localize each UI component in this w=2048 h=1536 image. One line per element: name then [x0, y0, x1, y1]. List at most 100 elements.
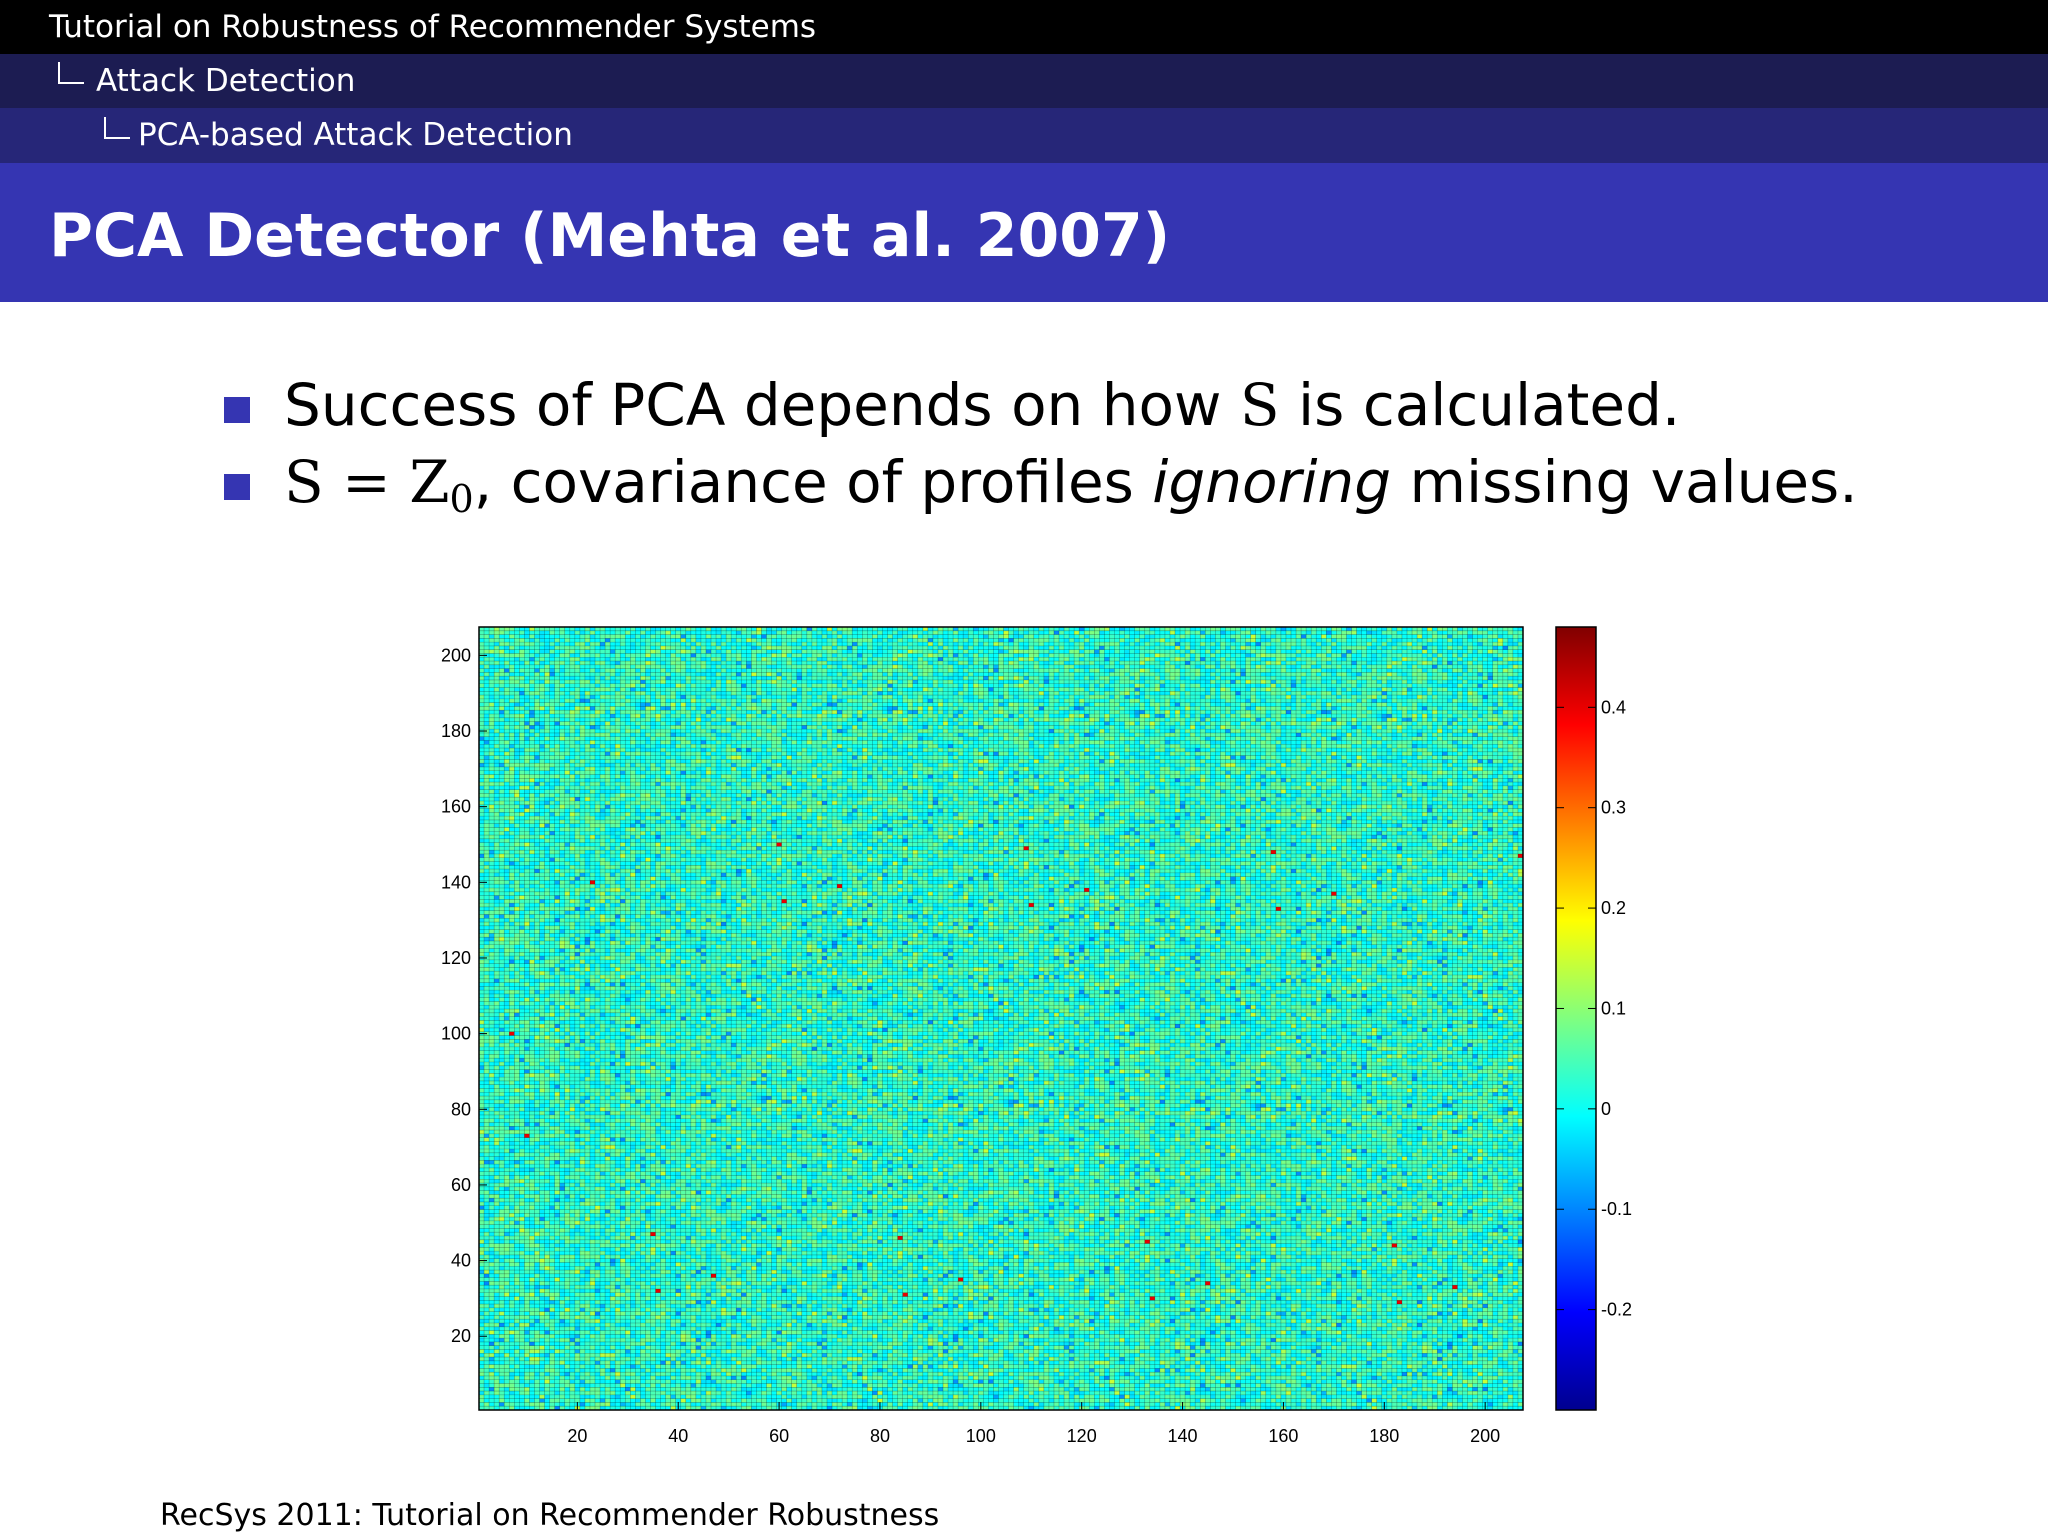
heatmap-cell — [519, 782, 524, 786]
heatmap-cell — [484, 1225, 489, 1229]
heatmap-cell — [514, 703, 519, 707]
heatmap-cell — [479, 1058, 484, 1062]
heatmap-cell — [504, 1217, 509, 1221]
heatmap-cell — [540, 1387, 545, 1391]
heatmap-cell — [570, 1194, 575, 1198]
heatmap-cell — [494, 1391, 499, 1395]
heatmap-cell — [555, 669, 560, 673]
heatmap-cell — [540, 1312, 545, 1316]
heatmap-cell — [524, 725, 529, 729]
heatmap-cell — [494, 1202, 499, 1206]
heatmap-cell — [585, 1217, 590, 1221]
heatmap-cell — [489, 1164, 494, 1168]
heatmap-cell — [595, 960, 600, 964]
heatmap-cell — [524, 1157, 529, 1161]
heatmap-cell — [524, 1228, 529, 1232]
heatmap-cell — [560, 703, 565, 707]
heatmap-cell — [540, 725, 545, 729]
heatmap-cell — [484, 710, 489, 714]
heatmap-cell — [540, 706, 545, 710]
heatmap-cell — [590, 688, 595, 692]
heatmap-cell — [575, 1206, 580, 1210]
heatmap-cell — [575, 1380, 580, 1384]
heatmap-cell — [540, 703, 545, 707]
heatmap-cell — [590, 952, 595, 956]
heatmap-cell — [499, 1372, 504, 1376]
heatmap-cell — [479, 1141, 484, 1145]
heatmap-cell — [540, 1183, 545, 1187]
heatmap-cell — [524, 1126, 529, 1130]
heatmap-cell — [494, 797, 499, 801]
heatmap-cell — [504, 778, 509, 782]
heatmap-cell — [540, 661, 545, 665]
heatmap-cell — [504, 1312, 509, 1316]
heatmap-cell — [595, 1066, 600, 1070]
heatmap-cell — [570, 1293, 575, 1297]
heatmap-cell — [545, 1092, 550, 1096]
heatmap-cell — [575, 1119, 580, 1123]
heatmap-cell — [529, 714, 534, 718]
heatmap-cell — [560, 1088, 565, 1092]
heatmap-cell — [524, 1361, 529, 1365]
heatmap-cell — [489, 1327, 494, 1331]
heatmap-cell — [514, 896, 519, 900]
heatmap-cell — [489, 854, 494, 858]
heatmap-cell — [494, 1073, 499, 1077]
heatmap-cell — [590, 1036, 595, 1040]
heatmap-cell — [479, 1153, 484, 1157]
heatmap-cell — [580, 1066, 585, 1070]
heatmap-cell — [585, 1387, 590, 1391]
heatmap-cell — [540, 1270, 545, 1274]
heatmap-cell — [595, 1228, 600, 1232]
heatmap-cell — [499, 1251, 504, 1255]
heatmap-cell — [529, 1244, 534, 1248]
heatmap-cell — [504, 790, 509, 794]
heatmap-cell — [504, 1175, 509, 1179]
heatmap-cell — [550, 862, 555, 866]
heatmap-cell — [504, 1270, 509, 1274]
heatmap-cell — [560, 722, 565, 726]
heatmap-cell — [570, 843, 575, 847]
heatmap-cell — [494, 1346, 499, 1350]
heatmap-cell — [509, 763, 514, 767]
heatmap-cell — [590, 1123, 595, 1127]
heatmap-cell — [499, 880, 504, 884]
heatmap-cell — [575, 1278, 580, 1282]
heatmap-cell — [550, 1157, 555, 1161]
heatmap-cell — [499, 1384, 504, 1388]
heatmap-cell — [524, 1138, 529, 1142]
heatmap-cell — [484, 752, 489, 756]
heatmap-cell — [489, 1198, 494, 1202]
heatmap-cell — [550, 812, 555, 816]
heatmap-cell — [519, 1281, 524, 1285]
heatmap-cell — [499, 778, 504, 782]
heatmap-cell — [529, 1172, 534, 1176]
heatmap-cell — [509, 1062, 514, 1066]
heatmap-cell — [550, 843, 555, 847]
heatmap-cell — [585, 964, 590, 968]
heatmap-cell — [575, 1338, 580, 1342]
heatmap-cell — [550, 756, 555, 760]
heatmap-cell — [540, 1168, 545, 1172]
heatmap-cell — [565, 873, 570, 877]
heatmap-cell — [514, 1013, 519, 1017]
heatmap-cell — [519, 680, 524, 684]
heatmap-cell — [509, 975, 514, 979]
heatmap-cell — [534, 858, 539, 862]
heatmap-cell — [479, 1119, 484, 1123]
heatmap-cell — [519, 1293, 524, 1297]
heatmap-cell — [555, 1198, 560, 1202]
heatmap-cell — [509, 767, 514, 771]
heatmap-cell — [524, 642, 529, 646]
heatmap-cell — [509, 653, 514, 657]
heatmap-cell — [534, 1024, 539, 1028]
heatmap-cell — [580, 1308, 585, 1312]
heatmap-cell — [570, 1001, 575, 1005]
heatmap-cell — [499, 1175, 504, 1179]
heatmap-cell — [484, 1353, 489, 1357]
heatmap-cell — [565, 1160, 570, 1164]
heatmap-cell — [489, 1247, 494, 1251]
heatmap-cell — [479, 914, 484, 918]
heatmap-cell — [565, 725, 570, 729]
heatmap-cell — [540, 684, 545, 688]
